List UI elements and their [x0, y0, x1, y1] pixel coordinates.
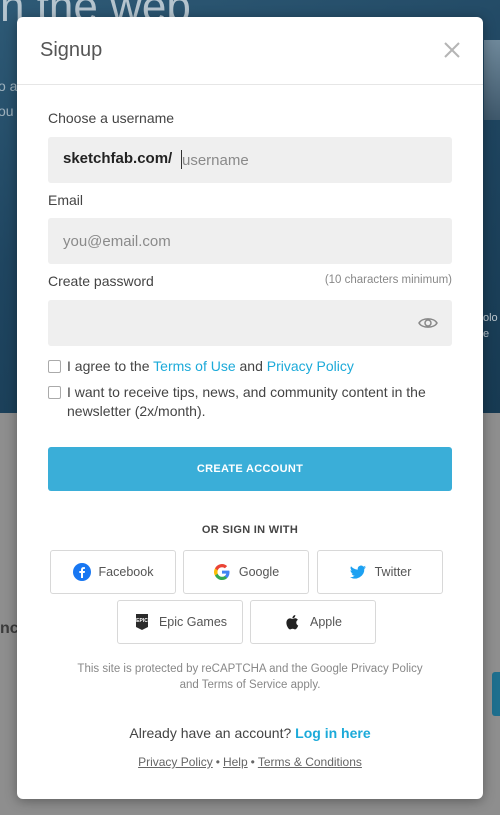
username-prefix: sketchfab.com/ — [63, 150, 173, 167]
modal-title: Signup — [40, 39, 103, 61]
recaptcha-line-2: and Terms of Service apply. — [179, 679, 321, 691]
apple-button[interactable]: Apple — [250, 600, 376, 644]
signup-modal: Signup Choose a username sketchfab.com/ … — [17, 17, 483, 799]
background-device-image — [484, 40, 500, 120]
background-lower-text: nc — [0, 620, 19, 637]
username-label: Choose a username — [48, 110, 175, 126]
epic-games-button[interactable]: EPIC Epic Games — [117, 600, 243, 644]
recaptcha-notice: This site is protected by reCAPTCHA and … — [57, 661, 443, 693]
terms-checkbox[interactable] — [48, 360, 61, 373]
terms-and: and — [239, 358, 263, 374]
footer-separator: • — [215, 755, 220, 769]
create-account-button[interactable]: CREATE ACCOUNT — [48, 447, 452, 491]
google-button[interactable]: Google — [183, 550, 309, 594]
apple-label: Apple — [310, 615, 342, 629]
google-label: Google — [238, 565, 280, 579]
login-prompt-text: Already have an account? — [129, 725, 292, 741]
epic-games-label: Epic Games — [158, 615, 228, 629]
terms-of-use-link[interactable]: Terms of Use — [153, 358, 235, 374]
twitter-icon — [349, 563, 367, 581]
terms-text: I agree to the Terms of Use and Privacy … — [67, 357, 452, 376]
footer-privacy-link[interactable]: Privacy Policy — [138, 755, 213, 769]
password-hint: (10 characters minimum) — [324, 274, 452, 286]
twitter-label: Twitter — [374, 565, 412, 579]
footer-links: Privacy Policy • Help • Terms & Conditions — [17, 755, 483, 769]
close-icon — [444, 42, 460, 58]
username-field[interactable]: sketchfab.com/ — [48, 137, 452, 183]
background-side-text-2: e — [483, 328, 490, 340]
twitter-button[interactable]: Twitter — [317, 550, 443, 594]
or-sign-in-with-label: OR SIGN IN WITH — [201, 524, 299, 536]
footer-help-link[interactable]: Help — [223, 755, 248, 769]
facebook-button[interactable]: Facebook — [50, 550, 176, 594]
eye-icon — [418, 318, 438, 328]
password-field[interactable] — [48, 300, 452, 346]
terms-prefix: I agree to the — [67, 358, 150, 374]
login-prompt: Already have an account? Log in here — [17, 725, 483, 741]
footer-terms-link[interactable]: Terms & Conditions — [258, 755, 362, 769]
privacy-policy-link[interactable]: Privacy Policy — [267, 358, 354, 374]
background-hero-subtitle-2: ou — [0, 103, 14, 119]
svg-text:EPIC: EPIC — [136, 618, 148, 624]
recaptcha-line-1: This site is protected by reCAPTCHA and … — [77, 663, 423, 675]
email-field[interactable] — [48, 218, 452, 264]
epic-games-icon: EPIC — [133, 613, 151, 631]
apple-icon — [284, 613, 302, 631]
facebook-label: Facebook — [98, 565, 154, 579]
username-input[interactable] — [182, 137, 442, 183]
facebook-icon — [72, 563, 91, 581]
background-side-text: olo — [483, 312, 498, 324]
email-label: Email — [48, 192, 84, 208]
newsletter-text: I want to receive tips, news, and commun… — [67, 384, 426, 419]
close-button[interactable] — [441, 39, 463, 61]
login-link[interactable]: Log in here — [295, 725, 370, 741]
background-button — [492, 672, 500, 716]
show-password-toggle[interactable] — [418, 314, 438, 332]
newsletter-checkbox[interactable] — [48, 386, 61, 399]
password-input[interactable] — [63, 300, 403, 346]
newsletter-row: I want to receive tips, news, and commun… — [48, 383, 454, 423]
password-label: Create password — [48, 273, 154, 289]
background-hero-subtitle: o a — [0, 78, 18, 94]
modal-header: Signup — [17, 17, 483, 85]
terms-row: I agree to the Terms of Use and Privacy … — [48, 357, 454, 377]
footer-separator: • — [250, 755, 255, 769]
email-input[interactable] — [63, 218, 443, 264]
google-icon — [213, 563, 231, 581]
